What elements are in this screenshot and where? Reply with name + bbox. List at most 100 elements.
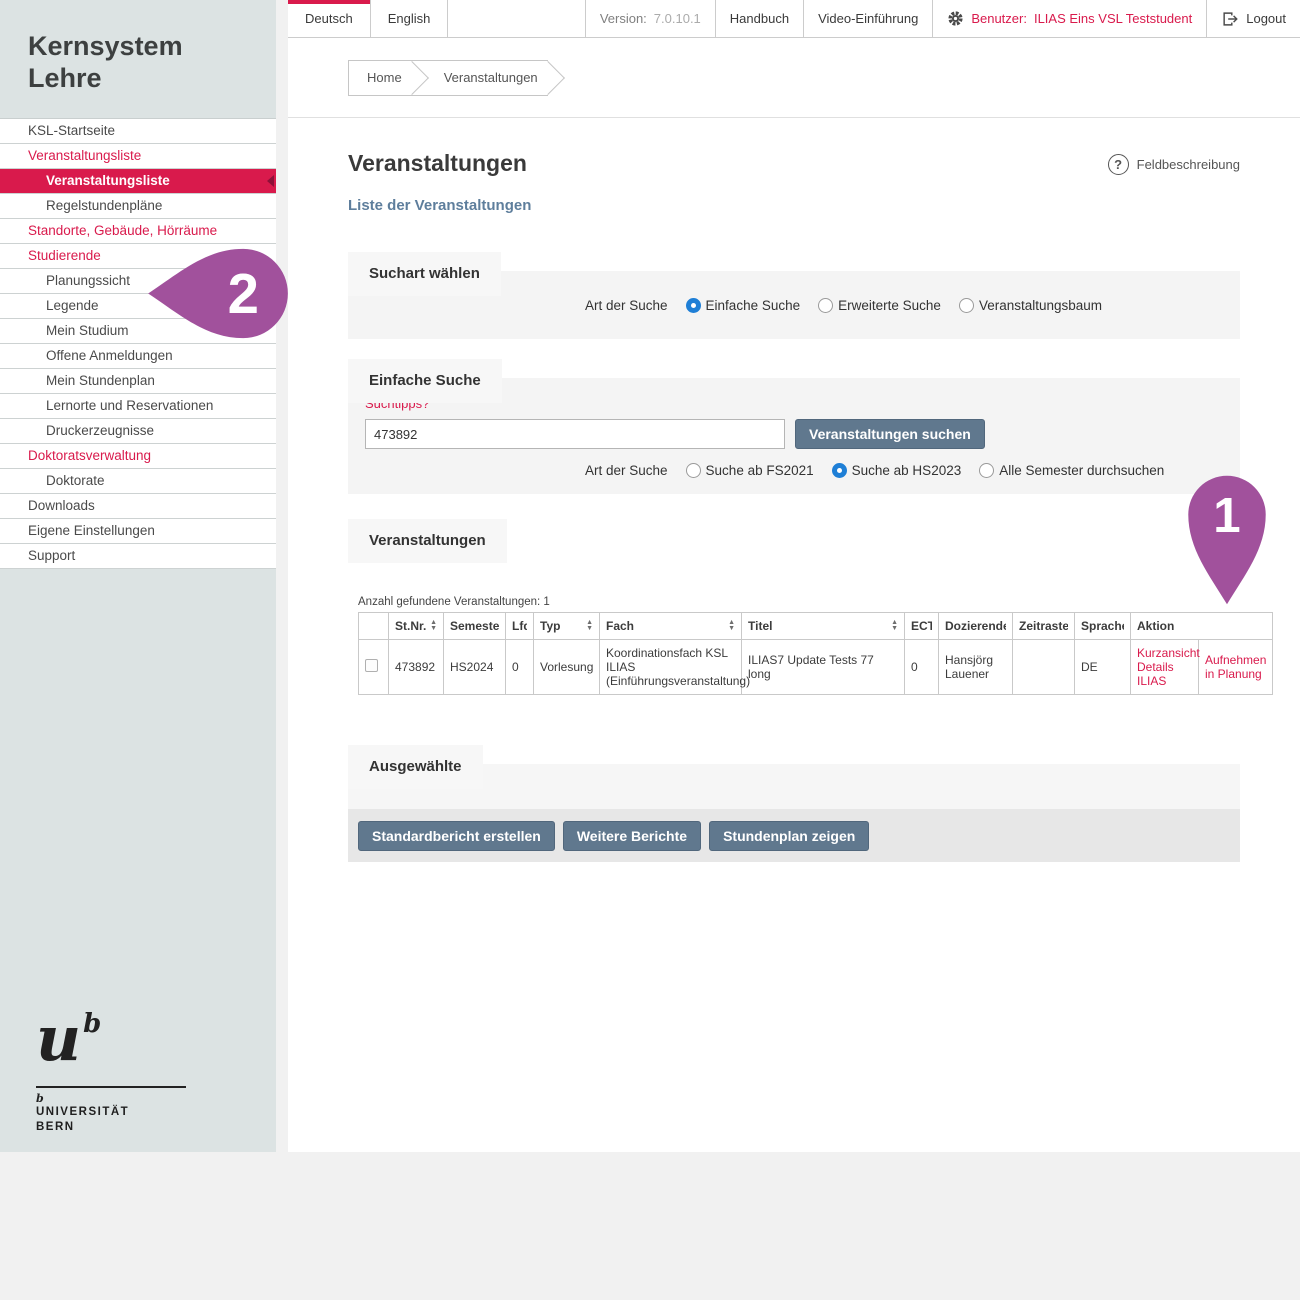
radio-erweiterte-suche-label: Erweiterte Suche xyxy=(838,298,941,313)
details-link[interactable]: Details xyxy=(1137,660,1192,674)
weitere-berichte-button[interactable]: Weitere Berichte xyxy=(563,821,701,851)
col-header-titel[interactable]: Titel▲▼ xyxy=(742,613,905,640)
cell-fach: Koordinationsfach KSL ILIAS (Einführungs… xyxy=(600,640,742,695)
logout-button[interactable]: Logout xyxy=(1206,0,1300,37)
col-header-typ[interactable]: Typ▲▼ xyxy=(534,613,600,640)
col-header-lfd[interactable]: Lfd▲▼ xyxy=(506,613,534,640)
results-table: St.Nr.▲▼ Semester▲▼ Lfd▲▼ Typ▲▼ Fach▲▼ T… xyxy=(358,612,1273,695)
col-header-stnr[interactable]: St.Nr.▲▼ xyxy=(389,613,444,640)
user-name[interactable]: ILIAS Eins VSL Teststudent xyxy=(1034,11,1192,26)
radio-alle-semester[interactable]: Alle Semester durchsuchen xyxy=(979,463,1164,478)
university-bern-logo: ub b UNIVERSITÄT BERN xyxy=(36,1008,186,1135)
radio-selected-icon xyxy=(686,298,701,313)
benutzer-label: Benutzer: xyxy=(971,11,1027,26)
semester-group-label: Art der Suche xyxy=(585,463,668,478)
ksl-app-window: Kernsystem Lehre KSL-Startseite Veransta… xyxy=(0,0,1300,1300)
sidebar-item-support[interactable]: Support xyxy=(0,544,276,569)
video-einfuehrung-link[interactable]: Video-Einführung xyxy=(803,0,932,37)
aufnehmen-in-planung-link[interactable]: Aufnehmen in Planung xyxy=(1205,653,1266,681)
user-menu[interactable]: Benutzer: ILIAS Eins VSL Teststudent xyxy=(932,0,1206,37)
suchart-group-label: Art der Suche xyxy=(585,298,668,313)
language-tab-deutsch[interactable]: Deutsch xyxy=(288,0,371,37)
radio-einfache-suche-label: Einfache Suche xyxy=(706,298,801,313)
einfache-suche-section-title: Einfache Suche xyxy=(348,359,502,403)
row-checkbox[interactable] xyxy=(365,659,378,672)
breadcrumb-veranstaltungen[interactable]: Veranstaltungen xyxy=(412,60,548,96)
logo-rule xyxy=(36,1086,186,1088)
main-panel: Veranstaltungen ? Feldbeschreibung Liste… xyxy=(288,150,1300,862)
handbuch-link[interactable]: Handbuch xyxy=(715,0,803,37)
row-checkbox-cell xyxy=(359,640,389,695)
sidebar-item-regelstundenplaene[interactable]: Regelstundenpläne xyxy=(0,194,276,219)
sidebar-item-ksl-startseite[interactable]: KSL-Startseite xyxy=(0,119,276,144)
feldbeschreibung-help[interactable]: ? Feldbeschreibung xyxy=(1108,154,1240,175)
suchart-section-title: Suchart wählen xyxy=(348,252,501,296)
sort-icon[interactable]: ▲▼ xyxy=(430,620,437,633)
sidebar-item-eigene-einstellungen[interactable]: Eigene Einstellungen xyxy=(0,519,276,544)
radio-veranstaltungsbaum[interactable]: Veranstaltungsbaum xyxy=(959,298,1102,313)
suchart-radio-group: Art der Suche Einfache Suche Erweiterte … xyxy=(585,298,1102,313)
version-value: 7.0.10.1 xyxy=(654,11,701,26)
ausgewaehlte-section-title: Ausgewählte xyxy=(348,745,483,789)
ilias-link[interactable]: ILIAS xyxy=(1137,674,1192,688)
stundenplan-zeigen-button[interactable]: Stundenplan zeigen xyxy=(709,821,869,851)
col-header-semester[interactable]: Semester▲▼ xyxy=(444,613,506,640)
cell-zeitraster xyxy=(1013,640,1075,695)
content-area: Deutsch English Version: 7.0.10.1 Handbu… xyxy=(288,0,1300,1152)
radio-suche-ab-fs2021[interactable]: Suche ab FS2021 xyxy=(686,463,814,478)
search-input[interactable] xyxy=(365,419,785,449)
col-header-checkbox xyxy=(359,613,389,640)
annotation-marker-2-number: 2 xyxy=(228,262,259,325)
col-header-fach[interactable]: Fach▲▼ xyxy=(600,613,742,640)
sidebar-item-doktorate[interactable]: Doktorate xyxy=(0,469,276,494)
col-header-ects[interactable]: ECTS▲▼ xyxy=(905,613,939,640)
ausgewaehlte-section: Ausgewählte Standardbericht erstellen We… xyxy=(348,745,1240,862)
col-header-dozierende[interactable]: Dozierende▲▼ xyxy=(939,613,1013,640)
sidebar-item-veranstaltungsliste-active[interactable]: Veranstaltungsliste xyxy=(0,169,276,194)
cell-titel: ILIAS7 Update Tests 77 long xyxy=(742,640,905,695)
language-tab-english[interactable]: English xyxy=(371,0,449,37)
cell-semester: HS2024 xyxy=(444,640,506,695)
radio-unselected-icon xyxy=(959,298,974,313)
breadcrumb: Home Veranstaltungen xyxy=(288,38,1300,118)
radio-hs2023-label: Suche ab HS2023 xyxy=(852,463,962,478)
app-title-line2: Lehre xyxy=(28,62,276,94)
sidebar-item-standorte[interactable]: Standorte, Gebäude, Hörräume xyxy=(0,219,276,244)
sort-icon[interactable]: ▲▼ xyxy=(891,620,898,633)
standardbericht-erstellen-button[interactable]: Standardbericht erstellen xyxy=(358,821,555,851)
sidebar-item-veranstaltungsliste-group[interactable]: Veranstaltungsliste xyxy=(0,144,276,169)
radio-erweiterte-suche[interactable]: Erweiterte Suche xyxy=(818,298,941,313)
sidebar-item-offene-anmeldungen[interactable]: Offene Anmeldungen xyxy=(0,344,276,369)
version-info: Version: 7.0.10.1 xyxy=(585,0,715,37)
col-header-sprache[interactable]: Sprache▲▼ xyxy=(1075,613,1131,640)
topbar-spacer xyxy=(448,0,584,37)
liste-der-veranstaltungen-link[interactable]: Liste der Veranstaltungen xyxy=(348,197,1240,214)
sidebar-item-doktoratsverwaltung[interactable]: Doktoratsverwaltung xyxy=(0,444,276,469)
results-section: Veranstaltungen Anzahl gefundene Veranst… xyxy=(348,519,1240,695)
sort-icon[interactable]: ▲▼ xyxy=(586,620,593,633)
breadcrumb-home[interactable]: Home xyxy=(348,60,412,96)
table-row: 473892 HS2024 0 Vorlesung Koordinationsf… xyxy=(359,640,1273,695)
sidebar-item-lernorte[interactable]: Lernorte und Reservationen xyxy=(0,394,276,419)
veranstaltungen-suchen-button[interactable]: Veranstaltungen suchen xyxy=(795,419,985,449)
sort-icon[interactable]: ▲▼ xyxy=(728,620,735,633)
feldbeschreibung-label: Feldbeschreibung xyxy=(1137,157,1240,172)
cell-typ: Vorlesung xyxy=(534,640,600,695)
sidebar-item-downloads[interactable]: Downloads xyxy=(0,494,276,519)
semester-radio-group: Art der Suche Suche ab FS2021 Suche ab H… xyxy=(365,463,1240,478)
cell-sprache: DE xyxy=(1075,640,1131,695)
radio-einfache-suche[interactable]: Einfache Suche xyxy=(686,298,801,313)
radio-unselected-icon xyxy=(979,463,994,478)
radio-unselected-icon xyxy=(818,298,833,313)
radio-suche-ab-hs2023[interactable]: Suche ab HS2023 xyxy=(832,463,962,478)
logo-name-line1: UNIVERSITÄT xyxy=(36,1105,186,1120)
sidebar-item-druckerzeugnisse[interactable]: Druckerzeugnisse xyxy=(0,419,276,444)
annotation-marker-2-pin-icon: 2 xyxy=(146,245,292,342)
gear-icon xyxy=(947,10,964,27)
col-header-aktion: Aktion xyxy=(1131,613,1273,640)
kurzansicht-link[interactable]: Kurzansicht xyxy=(1137,646,1192,660)
sidebar-item-mein-stundenplan[interactable]: Mein Stundenplan xyxy=(0,369,276,394)
radio-fs2021-label: Suche ab FS2021 xyxy=(706,463,814,478)
col-header-zeitraster: Zeitraster xyxy=(1013,613,1075,640)
einfache-suche-section: Einfache Suche Suchtipps? Veranstaltunge… xyxy=(348,359,1240,494)
